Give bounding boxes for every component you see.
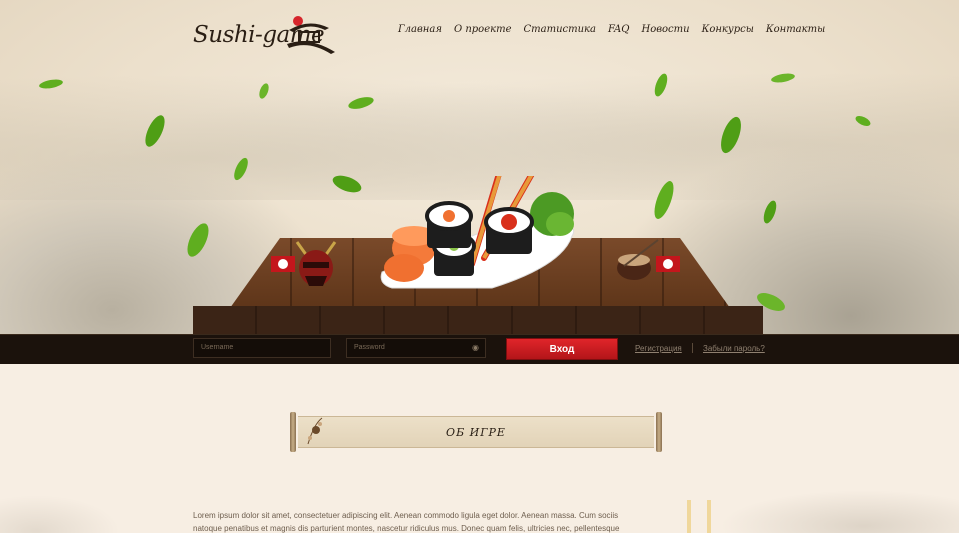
about-title: ОБ ИГРЕ [446, 425, 506, 439]
leaf-icon [855, 116, 871, 126]
pagoda-roof-icon [287, 16, 335, 54]
link-separator [692, 343, 693, 353]
nav-item-contacts[interactable]: Контакты [766, 24, 825, 35]
nav-item-contests[interactable]: Конкурсы [702, 24, 754, 35]
login-button[interactable]: Вход [506, 338, 618, 360]
password-placeholder: Password [354, 344, 385, 351]
leaf-icon [234, 157, 248, 181]
section-scroll: ОБ ИГРЕ [288, 410, 664, 454]
leaf-icon [771, 73, 795, 83]
samurai-tag[interactable] [271, 256, 295, 272]
leaf-icon [259, 83, 269, 99]
leaf-icon [763, 200, 777, 224]
background-decor-left [0, 495, 120, 533]
username-field[interactable]: Username [193, 338, 331, 358]
nav-item-about[interactable]: О проекте [454, 24, 512, 35]
background-decor-right [720, 490, 959, 533]
hero-banner: Sushi-game Главная О проекте Статистика … [0, 0, 959, 334]
soy-bowl-icon[interactable] [614, 238, 660, 284]
leaf-icon [654, 181, 674, 219]
forgot-password-link[interactable]: Забыли пароль? [703, 344, 765, 353]
main-nav: Главная О проекте Статистика FAQ Новости… [398, 24, 825, 35]
leaf-icon [654, 73, 668, 97]
leaf-icon [145, 115, 165, 147]
username-placeholder: Username [201, 344, 234, 351]
eye-icon[interactable]: ◉ [472, 343, 479, 352]
bowl-tag[interactable] [656, 256, 680, 272]
scroll-roll-left [290, 412, 296, 452]
sushi-plate-illustration [380, 176, 575, 289]
samurai-mask-icon[interactable] [293, 236, 339, 288]
site-logo[interactable]: Sushi-game [193, 14, 341, 56]
chopsticks-decor-icon [687, 500, 711, 533]
wooden-table-front [193, 306, 763, 334]
scroll-roll-right [656, 412, 662, 452]
leaf-icon [348, 97, 374, 109]
leaf-icon [39, 79, 63, 89]
nav-item-home[interactable]: Главная [398, 24, 442, 35]
nav-item-faq[interactable]: FAQ [608, 24, 630, 35]
nav-item-news[interactable]: Новости [641, 24, 689, 35]
leaf-icon [332, 175, 362, 193]
password-field[interactable]: Password ◉ [346, 338, 486, 358]
register-link[interactable]: Регистрация [635, 344, 682, 353]
leaf-icon [721, 116, 741, 154]
leaf-icon [187, 223, 209, 257]
about-text: Lorem ipsum dolor sit amet, consectetuer… [193, 511, 620, 533]
nav-item-statistics[interactable]: Статистика [523, 24, 595, 35]
